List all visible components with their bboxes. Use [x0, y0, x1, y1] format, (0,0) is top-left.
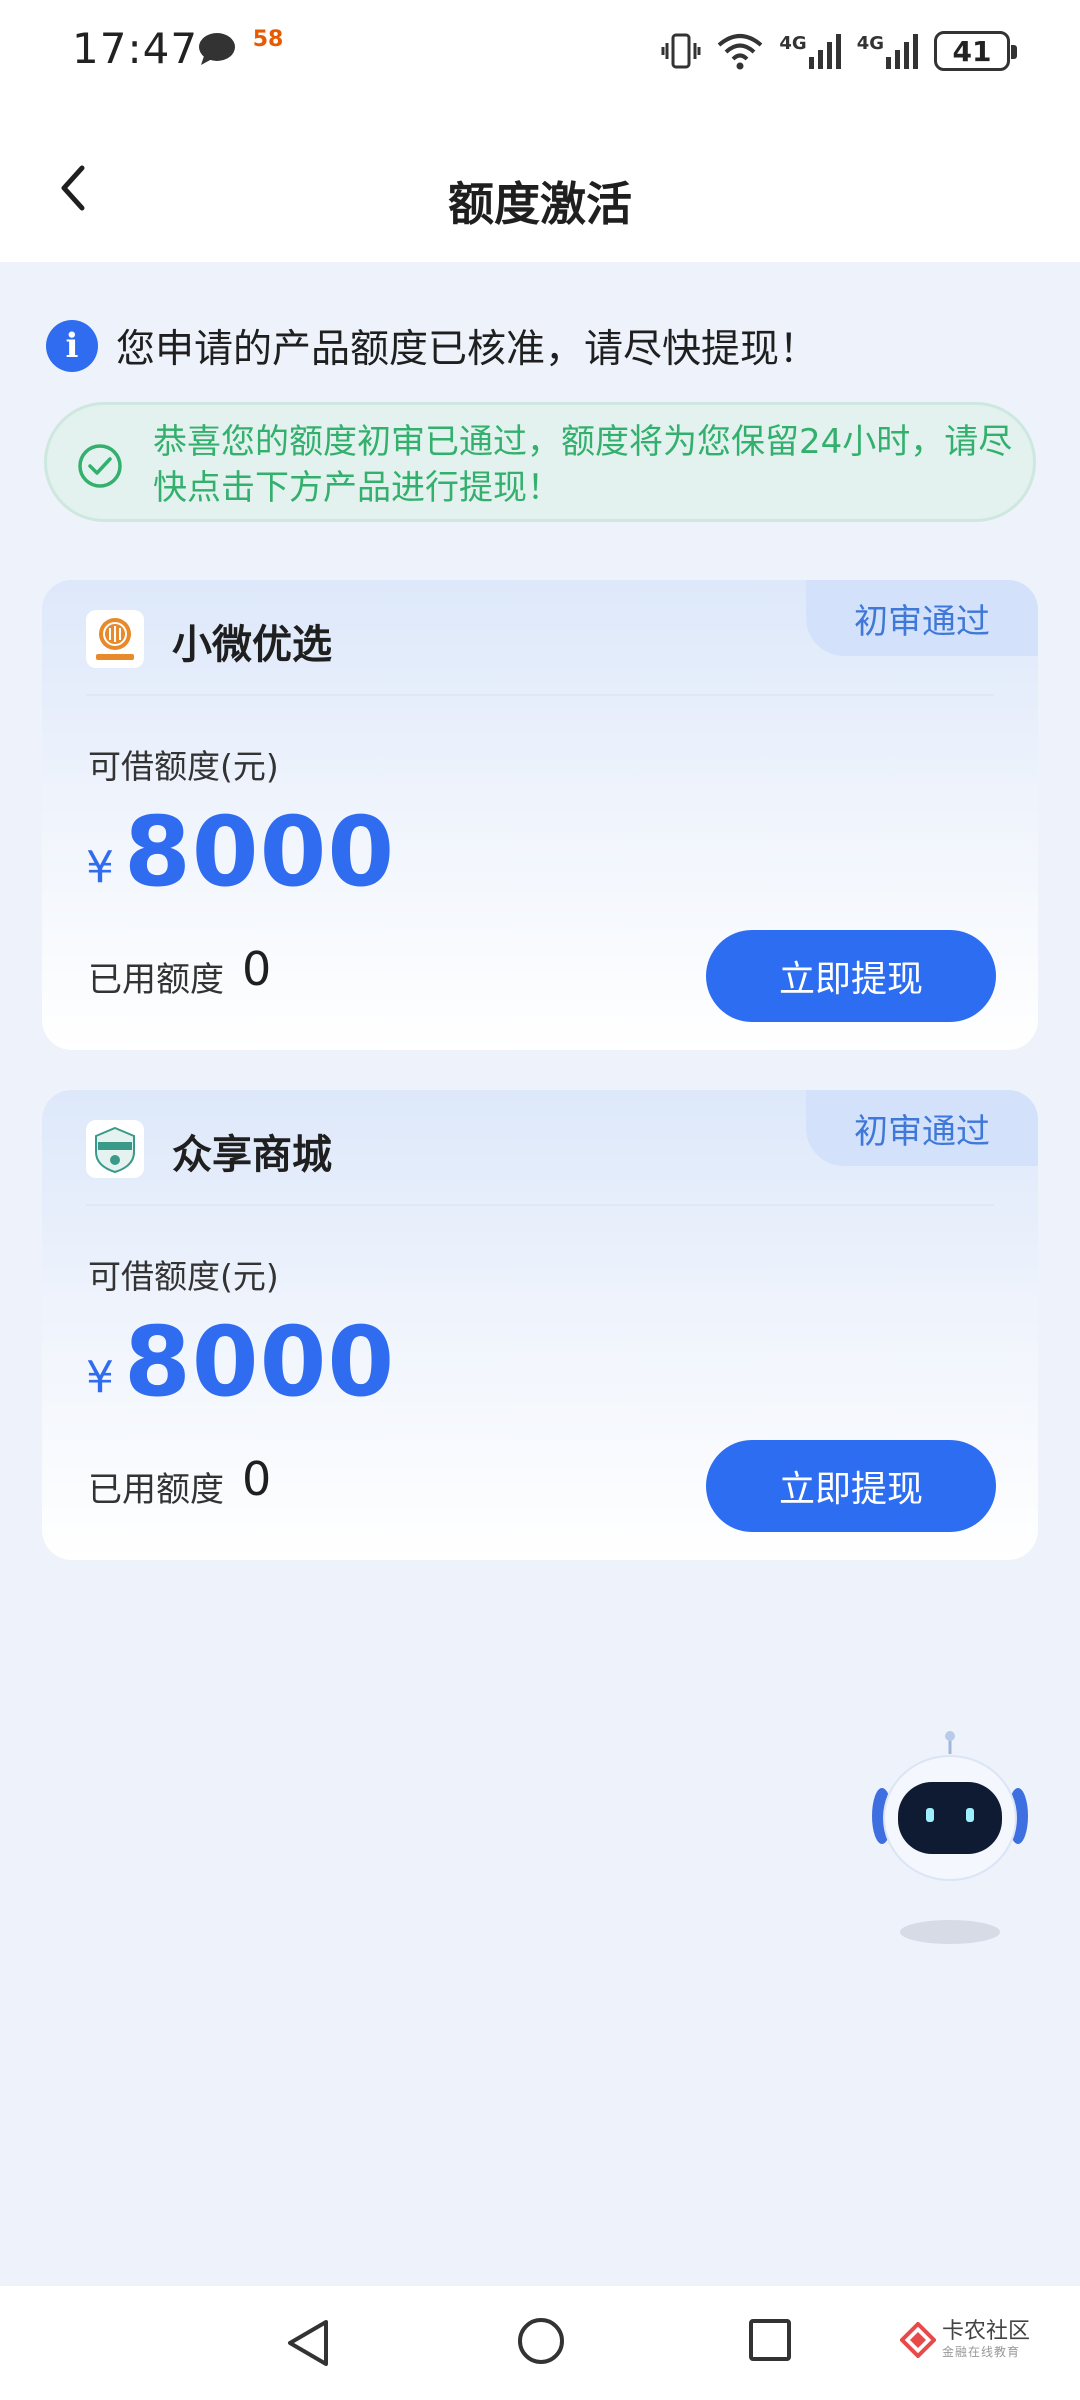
kanong-logo-icon: [900, 2322, 936, 2358]
status-bar: 17:47 58 4G 4G 41: [0, 0, 1080, 100]
product-card-1[interactable]: 初审通过 小微优选 可借额度(元) ¥ 8000 已用额度 0 立即提现: [42, 580, 1038, 1050]
watermark-subtitle: 金融在线教育: [942, 2345, 1021, 2359]
status-indicators: 4G 4G 41: [661, 26, 1017, 76]
header: 额度激活: [0, 100, 1080, 262]
wifi-icon: [718, 34, 763, 70]
watermark-text: 卡农社区 金融在线教育: [942, 2320, 1030, 2360]
network-type-2: 4G: [856, 33, 884, 54]
xiaowei-logo-icon: [96, 618, 134, 660]
status-time: 17:47: [72, 24, 199, 73]
divider: [86, 694, 994, 696]
app-58-icon: 58: [246, 28, 290, 72]
withdraw-button[interactable]: 立即提现: [706, 930, 996, 1022]
limit-amount: 8000: [124, 796, 396, 908]
used-label: 已用额度: [88, 1470, 224, 1510]
used-label: 已用额度: [88, 960, 224, 1000]
product-card-2[interactable]: 初审通过 众享商城 可借额度(元) ¥ 8000 已用额度 0 立即提现: [42, 1090, 1038, 1560]
signal-bars-2-icon: [886, 34, 918, 69]
signal-bars-1-icon: [808, 34, 841, 69]
watermark: 卡农社区 金融在线教育: [900, 2320, 1030, 2360]
success-notice: 恭喜您的额度初审已通过，额度将为您保留24小时，请尽快点击下方产品进行提现！: [44, 402, 1036, 522]
product-logo: [86, 610, 144, 668]
notice-text: 恭喜您的额度初审已通过，额度将为您保留24小时，请尽快点击下方产品进行提现！: [153, 422, 1013, 508]
product-name: 众享商城: [172, 1132, 332, 1178]
status-badge: 初审通过: [806, 1090, 1038, 1166]
limit-label: 可借额度(元): [88, 1257, 279, 1296]
product-name: 小微优选: [172, 622, 332, 668]
info-message: 您申请的产品额度已核准，请尽快提现！: [116, 327, 819, 372]
used-value: 0: [242, 1452, 272, 1506]
signal-2: 4G: [857, 33, 920, 69]
product-logo: [86, 1120, 144, 1178]
withdraw-button[interactable]: 立即提现: [706, 1440, 996, 1532]
limit-label: 可借额度(元): [88, 747, 279, 786]
nav-recent-apps-icon[interactable]: [748, 2318, 792, 2362]
network-type-1: 4G: [779, 33, 807, 54]
app-58-label: 58: [252, 27, 284, 52]
page-title: 额度激活: [448, 177, 632, 231]
robot-assistant-icon[interactable]: [868, 1728, 1032, 1948]
battery-level: 41: [952, 34, 992, 68]
check-circle-icon: [78, 444, 122, 488]
system-nav-bar: 卡农社区 金融在线教育: [0, 2286, 1080, 2400]
info-banner: i 您申请的产品额度已核准，请尽快提现！: [46, 318, 818, 374]
vibrate-icon: [661, 33, 701, 69]
watermark-title: 卡农社区: [942, 2319, 1031, 2344]
currency-symbol: ¥: [86, 842, 114, 893]
used-value: 0: [242, 942, 272, 996]
message-icon: [199, 33, 235, 65]
nav-home-icon[interactable]: [516, 2316, 566, 2366]
battery-icon: 41: [934, 31, 1017, 71]
info-icon: i: [46, 320, 98, 372]
zhongxiang-logo-icon: [95, 1126, 135, 1174]
limit-amount: 8000: [124, 1306, 396, 1418]
currency-symbol: ¥: [86, 1352, 114, 1403]
signal-1: 4G: [779, 33, 842, 69]
status-badge: 初审通过: [806, 580, 1038, 656]
nav-back-icon[interactable]: [280, 2314, 338, 2372]
divider: [86, 1204, 994, 1206]
